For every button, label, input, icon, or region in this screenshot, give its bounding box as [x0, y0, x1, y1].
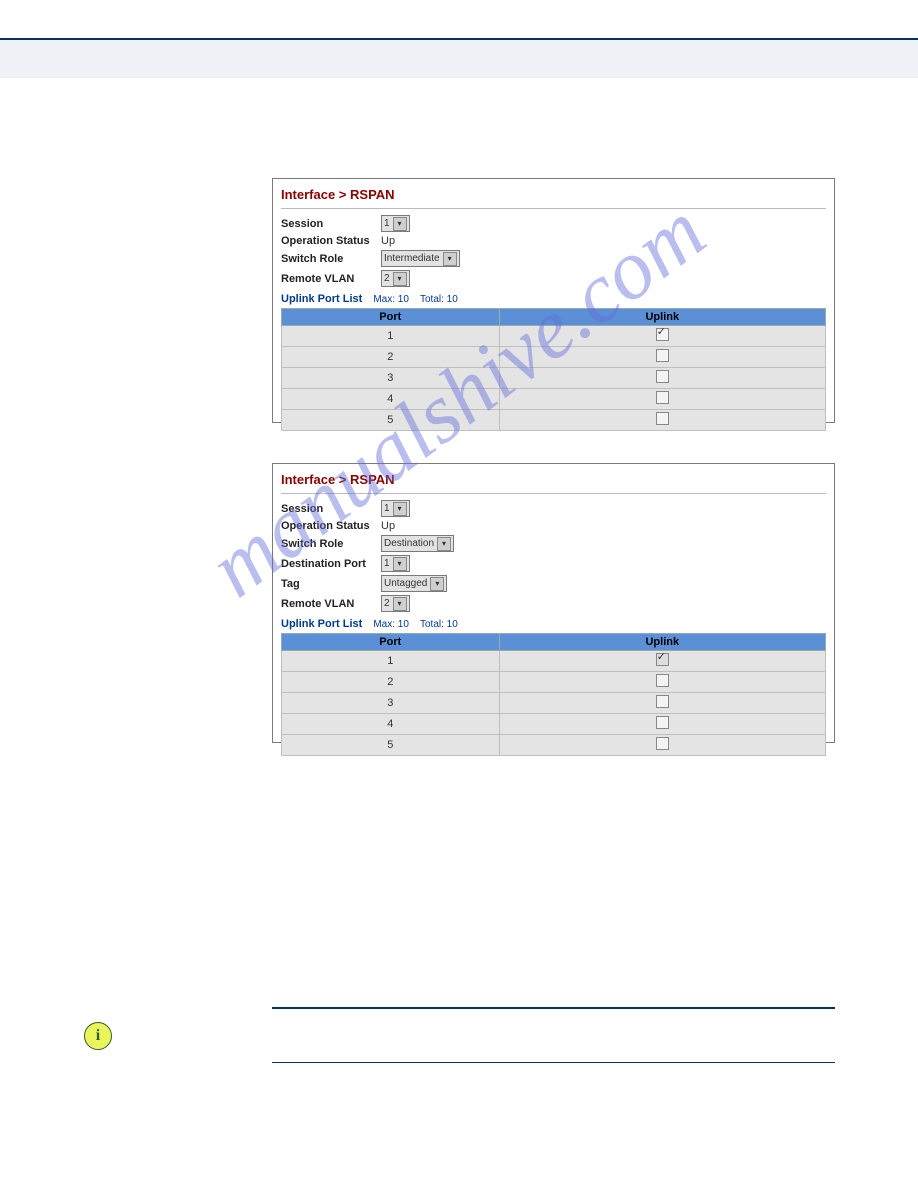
session-label: Session: [281, 218, 381, 230]
table-row: 1: [282, 651, 826, 672]
port-col-header: Port: [282, 309, 500, 326]
session-label: Session: [281, 503, 381, 515]
uplink-checkbox[interactable]: [656, 412, 669, 425]
table-row: 3: [282, 693, 826, 714]
uplink-checkbox[interactable]: [656, 737, 669, 750]
destination-port-value: 1: [384, 558, 390, 569]
port-table: Port Uplink 1 2 3 4 5: [281, 308, 826, 431]
uplink-checkbox[interactable]: [656, 349, 669, 362]
table-row: 4: [282, 714, 826, 735]
session-select-value: 1: [384, 503, 390, 514]
table-row: 5: [282, 735, 826, 756]
table-row: 1: [282, 326, 826, 347]
table-row: 5: [282, 410, 826, 431]
opstatus-value: Up: [381, 520, 395, 532]
switch-role-select[interactable]: Destination ▾: [381, 535, 454, 552]
chevron-down-icon: ▾: [393, 502, 407, 516]
uplink-list-total: Total: 10: [420, 294, 458, 305]
destination-port-select[interactable]: 1 ▾: [381, 555, 410, 572]
uplink-checkbox[interactable]: [656, 391, 669, 404]
uplink-list-title: Uplink Port List: [281, 293, 362, 305]
opstatus-label: Operation Status: [281, 520, 381, 532]
page-header-band: [0, 40, 918, 78]
chevron-down-icon: ▾: [430, 577, 444, 591]
rspan-intermediate-panel: Interface > RSPAN Session 1 ▾ Operation …: [272, 178, 835, 423]
chevron-down-icon: ▾: [393, 272, 407, 286]
tag-value: Untagged: [384, 578, 427, 589]
tag-select[interactable]: Untagged ▾: [381, 575, 447, 592]
note-top-rule: [272, 1007, 835, 1009]
switch-role-select[interactable]: Intermediate ▾: [381, 250, 460, 267]
uplink-list-max: Max: 10: [373, 294, 409, 305]
switch-role-value: Intermediate: [384, 253, 440, 264]
port-cell: 3: [282, 693, 500, 714]
port-cell: 3: [282, 368, 500, 389]
port-cell: 5: [282, 735, 500, 756]
uplink-list-title: Uplink Port List: [281, 618, 362, 630]
switch-role-label: Switch Role: [281, 253, 381, 265]
session-select-value: 1: [384, 218, 390, 229]
remote-vlan-value: 2: [384, 273, 390, 284]
port-cell: 2: [282, 347, 500, 368]
chevron-down-icon: ▾: [393, 557, 407, 571]
session-select[interactable]: 1 ▾: [381, 215, 410, 232]
panel-breadcrumb: Interface > RSPAN: [281, 472, 826, 494]
port-cell: 4: [282, 714, 500, 735]
chevron-down-icon: ▾: [393, 217, 407, 231]
uplink-checkbox[interactable]: [656, 695, 669, 708]
session-select[interactable]: 1 ▾: [381, 500, 410, 517]
table-row: 4: [282, 389, 826, 410]
uplink-checkbox[interactable]: [656, 674, 669, 687]
uplink-col-header: Uplink: [499, 309, 825, 326]
uplink-list-max: Max: 10: [373, 619, 409, 630]
uplink-port-list-header: Uplink Port List Max: 10 Total: 10: [281, 618, 826, 630]
port-cell: 1: [282, 651, 500, 672]
rspan-destination-panel: Interface > RSPAN Session 1 ▾ Operation …: [272, 463, 835, 743]
switch-role-value: Destination: [384, 538, 434, 549]
port-cell: 1: [282, 326, 500, 347]
remote-vlan-value: 2: [384, 598, 390, 609]
chevron-down-icon: ▾: [437, 537, 451, 551]
remote-vlan-label: Remote VLAN: [281, 273, 381, 285]
note-bottom-rule: [272, 1062, 835, 1063]
uplink-port-list-header: Uplink Port List Max: 10 Total: 10: [281, 293, 826, 305]
uplink-col-header: Uplink: [499, 634, 825, 651]
tag-label: Tag: [281, 578, 381, 590]
remote-vlan-label: Remote VLAN: [281, 598, 381, 610]
opstatus-label: Operation Status: [281, 235, 381, 247]
remote-vlan-select[interactable]: 2 ▾: [381, 270, 410, 287]
panel-breadcrumb: Interface > RSPAN: [281, 187, 826, 209]
switch-role-label: Switch Role: [281, 538, 381, 550]
uplink-checkbox: [656, 653, 669, 666]
table-row: 3: [282, 368, 826, 389]
opstatus-value: Up: [381, 235, 395, 247]
table-row: 2: [282, 672, 826, 693]
destination-port-label: Destination Port: [281, 558, 381, 570]
port-col-header: Port: [282, 634, 500, 651]
uplink-checkbox[interactable]: [656, 328, 669, 341]
chevron-down-icon: ▾: [393, 597, 407, 611]
port-cell: 5: [282, 410, 500, 431]
uplink-checkbox[interactable]: [656, 716, 669, 729]
uplink-list-total: Total: 10: [420, 619, 458, 630]
port-table: Port Uplink 1 2 3 4 5: [281, 633, 826, 756]
port-cell: 2: [282, 672, 500, 693]
chevron-down-icon: ▾: [443, 252, 457, 266]
table-row: 2: [282, 347, 826, 368]
remote-vlan-select[interactable]: 2 ▾: [381, 595, 410, 612]
port-cell: 4: [282, 389, 500, 410]
info-icon: i: [84, 1022, 112, 1050]
uplink-checkbox[interactable]: [656, 370, 669, 383]
